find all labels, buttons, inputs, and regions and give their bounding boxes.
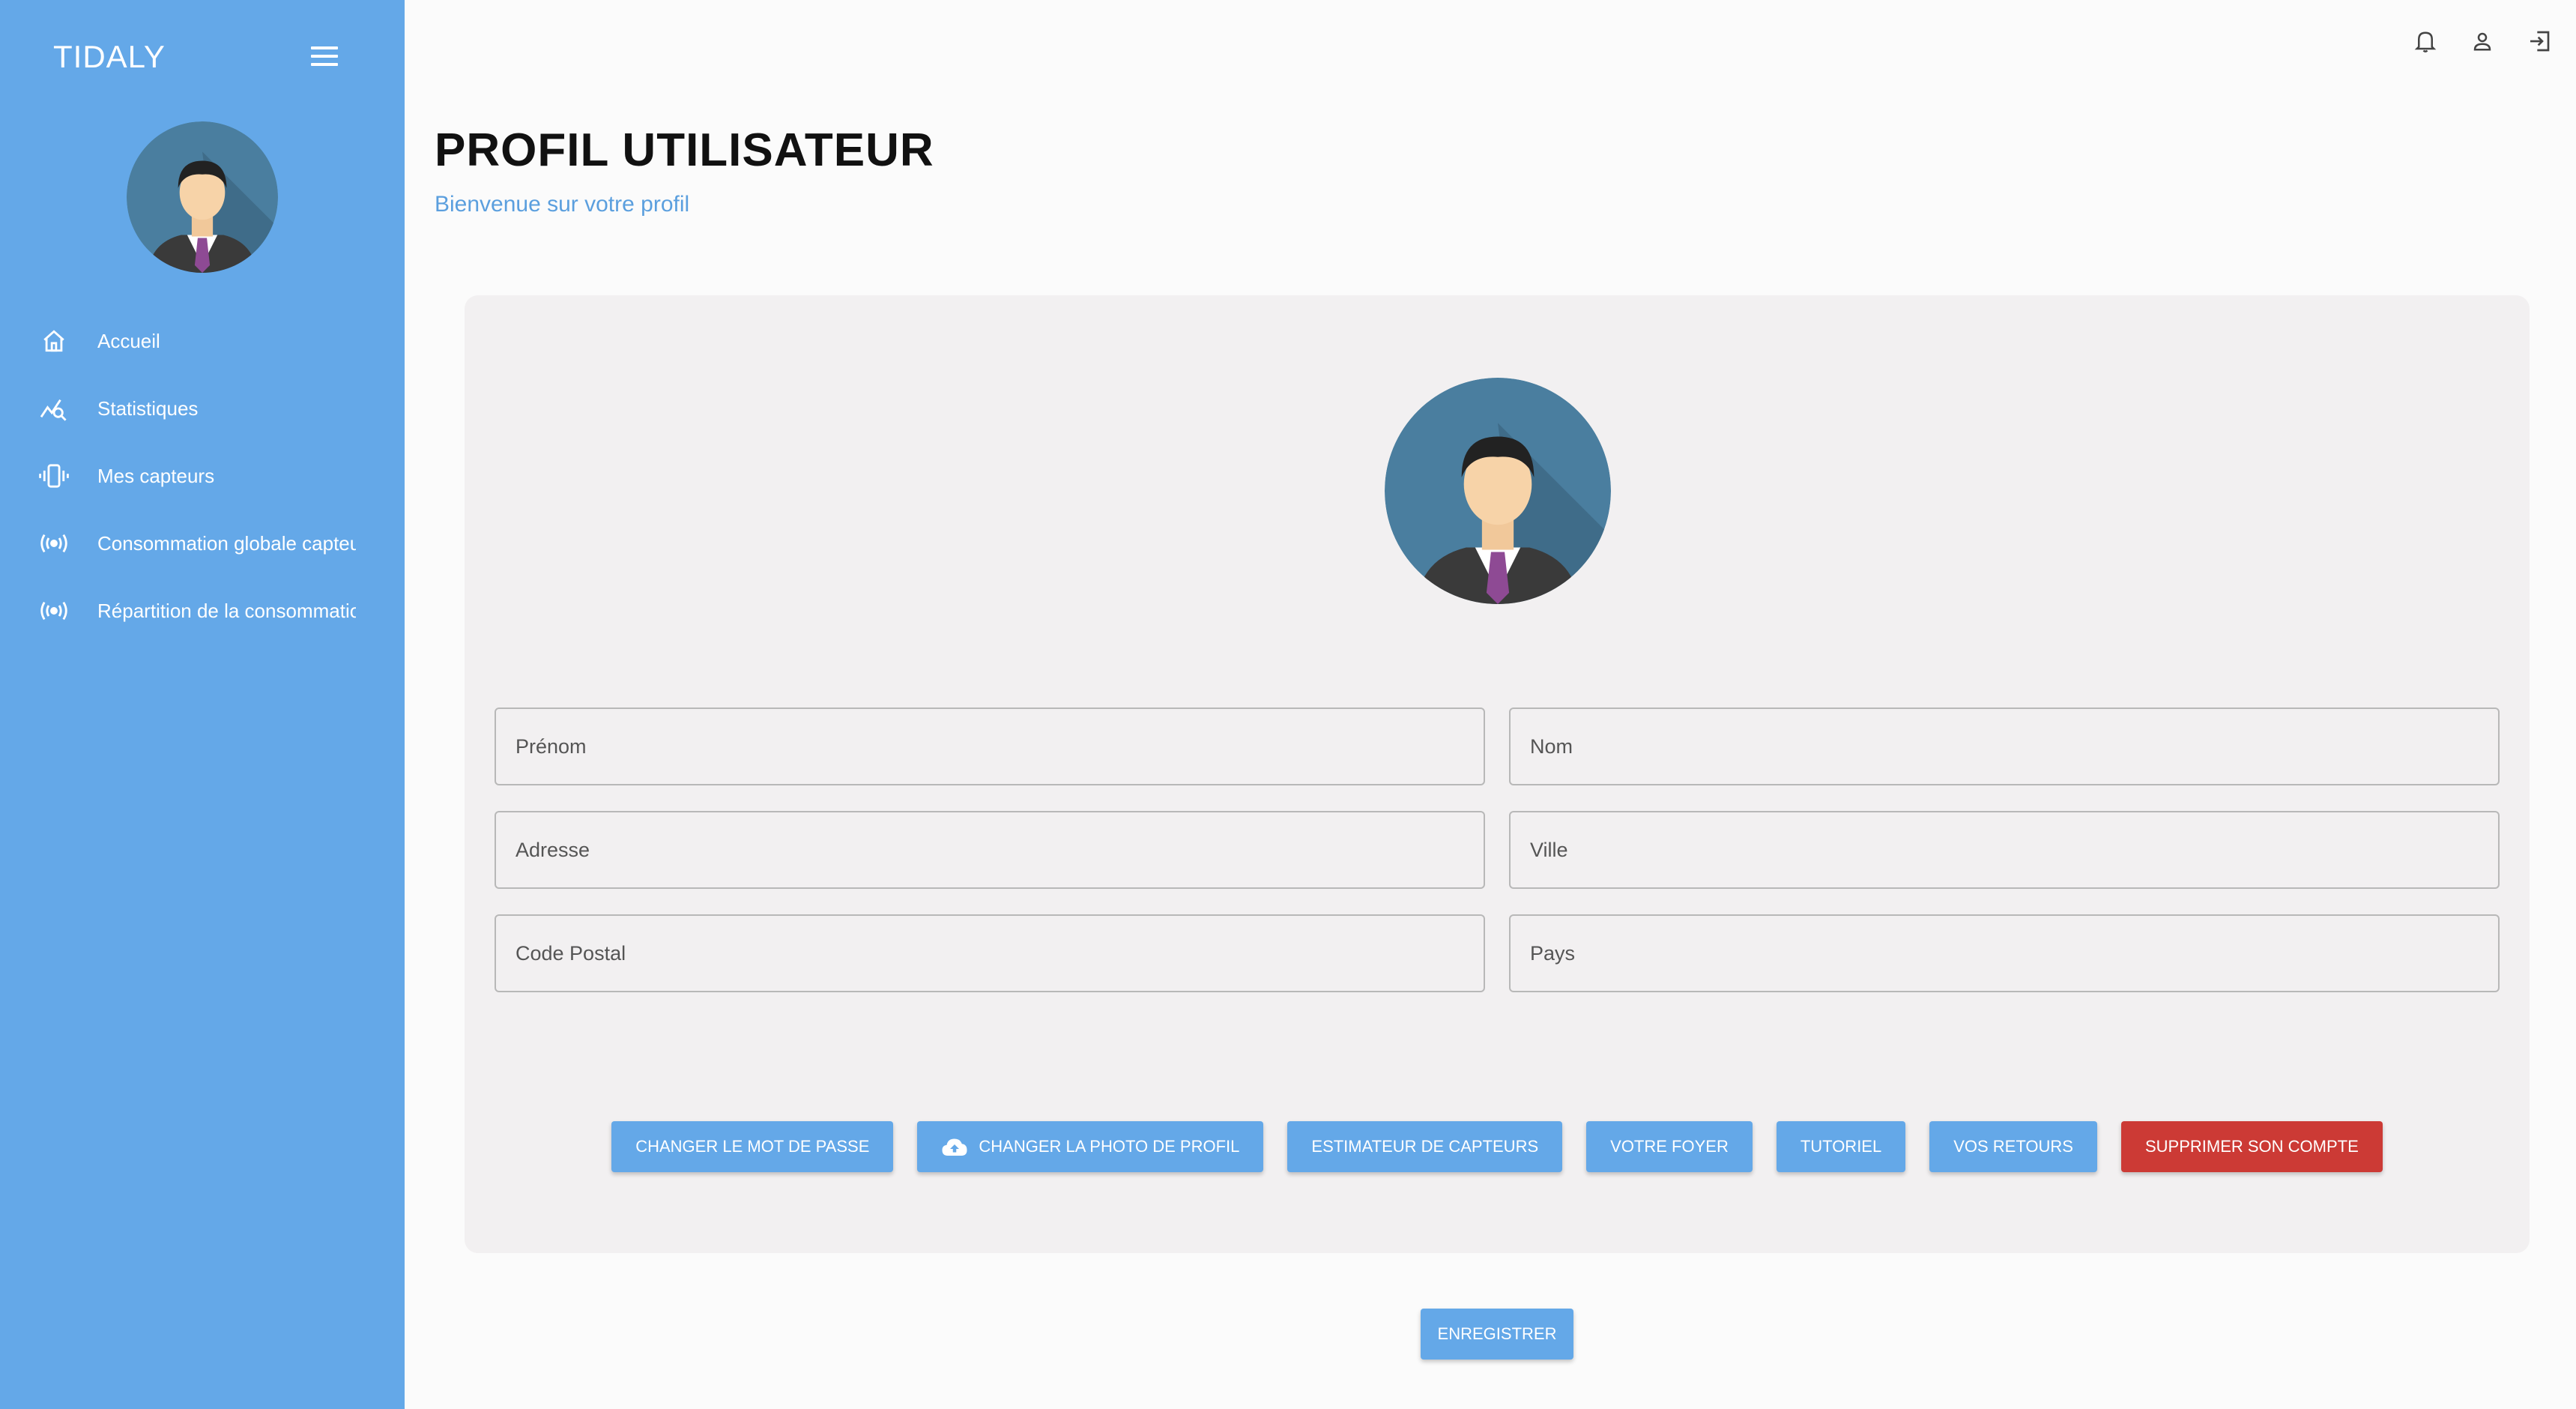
postal-code-input[interactable] <box>496 916 1484 991</box>
your-home-button[interactable]: VOTRE FOYER <box>1586 1121 1753 1172</box>
profile-avatar[interactable] <box>1385 378 1611 604</box>
address-input[interactable] <box>496 812 1484 887</box>
sidebar-item-consommation-globale[interactable]: Consommation globale capteurs <box>0 510 405 577</box>
vibrating-device-icon <box>39 463 69 489</box>
sidebar-item-label: Consommation globale capteurs <box>97 532 356 555</box>
radio-signal-icon <box>39 531 69 556</box>
last-name-input[interactable] <box>1511 709 2498 784</box>
save-button[interactable]: ENREGISTRER <box>1421 1309 1573 1360</box>
change-photo-button[interactable]: CHANGER LA PHOTO DE PROFIL <box>917 1121 1264 1172</box>
sidebar-avatar[interactable] <box>127 121 278 273</box>
last-name-field[interactable] <box>1509 707 2500 785</box>
delete-account-button[interactable]: SUPPRIMER SON COMPTE <box>2120 1121 2383 1172</box>
page-subtitle: Bienvenue sur votre profil <box>435 192 690 217</box>
country-input[interactable] <box>1511 916 2498 991</box>
sidebar: TIDALY Accueil Statistiques Mes capteurs… <box>0 0 405 1409</box>
sidebar-item-accueil[interactable]: Accueil <box>0 307 405 375</box>
profile-card: CHANGER LE MOT DE PASSE CHANGER LA PHOTO… <box>465 295 2530 1253</box>
hamburger-icon[interactable] <box>311 46 338 67</box>
city-field[interactable] <box>1509 811 2500 889</box>
user-icon[interactable] <box>2468 27 2497 55</box>
sidebar-item-label: Répartition de la consommation <box>97 600 356 622</box>
sidebar-nav: Accueil Statistiques Mes capteurs Consom… <box>0 307 405 645</box>
radio-signal-icon <box>39 598 69 624</box>
brand-logo[interactable]: TIDALY <box>53 39 166 75</box>
logout-icon[interactable] <box>2525 27 2554 55</box>
sidebar-item-label: Statistiques <box>97 397 199 420</box>
chart-search-icon <box>39 396 69 421</box>
city-input[interactable] <box>1511 812 2498 887</box>
sidebar-item-statistiques[interactable]: Statistiques <box>0 375 405 442</box>
sidebar-item-mes-capteurs[interactable]: Mes capteurs <box>0 442 405 510</box>
page-title: PROFIL UTILISATEUR <box>435 124 934 176</box>
sidebar-item-label: Accueil <box>97 330 160 352</box>
first-name-input[interactable] <box>496 709 1484 784</box>
topbar-icons <box>2411 27 2554 55</box>
sensor-estimator-button[interactable]: ESTIMATEUR DE CAPTEURS <box>1287 1121 1563 1172</box>
sidebar-item-label: Mes capteurs <box>97 465 215 487</box>
home-icon <box>39 328 69 354</box>
address-field[interactable] <box>495 811 1485 889</box>
change-password-button[interactable]: CHANGER LE MOT DE PASSE <box>611 1121 894 1172</box>
cloud-upload-icon <box>942 1138 967 1156</box>
country-field[interactable] <box>1509 914 2500 992</box>
profile-actions: CHANGER LE MOT DE PASSE CHANGER LA PHOTO… <box>465 1121 2530 1172</box>
sidebar-item-repartition[interactable]: Répartition de la consommation <box>0 577 405 645</box>
feedback-button[interactable]: VOS RETOURS <box>1929 1121 2097 1172</box>
tutorial-button[interactable]: TUTORIEL <box>1776 1121 1906 1172</box>
bell-icon[interactable] <box>2411 27 2440 55</box>
change-photo-label: CHANGER LA PHOTO DE PROFIL <box>979 1137 1240 1156</box>
first-name-field[interactable] <box>495 707 1485 785</box>
postal-code-field[interactable] <box>495 914 1485 992</box>
